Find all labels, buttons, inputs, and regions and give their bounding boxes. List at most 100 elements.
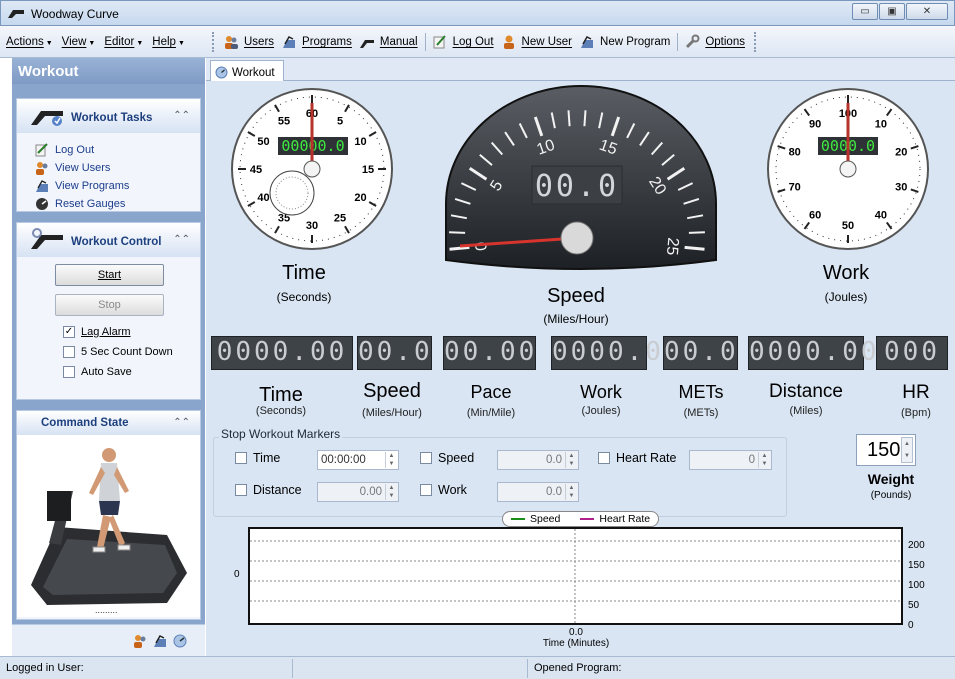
stop-button[interactable]: Stop (55, 294, 164, 316)
menu-dropdown-icon: ▼ (88, 40, 96, 47)
opened-program: Opened Program: (534, 662, 622, 674)
hr-readout-unit: (Bpm) (901, 407, 931, 419)
work-gauge-title: Work (822, 262, 870, 284)
users-icon (36, 162, 48, 175)
right-tick: 200 (908, 540, 925, 551)
heart-rate-marker-checkbox[interactable]: Heart Rate (598, 451, 676, 465)
workout-tasks-header[interactable]: Workout Tasks ⌃⌃ (17, 99, 200, 133)
menu-bar: Actions ▼ View ▼ Editor ▼ Help ▼ Users Progr… (0, 26, 955, 58)
menu-view[interactable]: View ▼ (62, 36, 96, 48)
work-marker-checkbox[interactable]: Work (420, 483, 467, 497)
task-view-users[interactable]: View Users (17, 159, 200, 177)
weight-label: Weight (867, 471, 915, 487)
menu-editor[interactable]: Editor ▼ (104, 36, 143, 48)
splitter-grip[interactable]: ......... (95, 605, 118, 615)
logout-icon (35, 143, 48, 157)
work-marker-input[interactable]: 0.0 ▲ ▼ (497, 482, 579, 502)
new-user-toolbar-button[interactable]: New User (501, 34, 572, 50)
toolbar-separator (424, 33, 426, 51)
manual-toolbar-button[interactable]: Manual (359, 34, 418, 50)
options-toolbar-button[interactable]: Options (684, 34, 745, 50)
workout-control-header[interactable]: Workout Control ⌃⌃ (17, 223, 200, 257)
right-tick: 0 (908, 620, 914, 631)
lag-alarm-checkbox[interactable]: ✓ Lag Alarm (63, 322, 200, 342)
new-program-icon (581, 36, 594, 48)
logged-in-user: Logged in User: (6, 662, 84, 674)
tab-workout[interactable]: Workout (210, 60, 284, 82)
gauge-scale-label: 20 (354, 192, 366, 204)
time-gauge-title: Time (282, 262, 326, 284)
toolbar-separator (677, 33, 679, 51)
logout-toolbar-button[interactable]: Log Out (432, 34, 494, 50)
distance-marker-input[interactable]: 0.00 ▲ ▼ (317, 482, 399, 502)
checkbox-checked: ✓ (63, 326, 75, 338)
status-bar: Logged in User: Opened Program: (0, 656, 955, 679)
auto-save-checkbox[interactable]: Auto Save (63, 362, 200, 382)
workout-icon[interactable] (172, 633, 188, 649)
task-view-programs[interactable]: View Programs (17, 177, 200, 195)
workout-tasks-panel: Workout Tasks ⌃⌃ Log Out View Users View… (16, 98, 201, 212)
speed-readout-unit: (Miles/Hour) (362, 407, 422, 419)
menu-actions[interactable]: Actions ▼ (6, 36, 53, 48)
programs-icon[interactable] (152, 633, 168, 649)
gauge-scale-label: 25 (334, 213, 346, 225)
speed-readout: 00.0 (357, 336, 432, 370)
stop-markers-group (213, 437, 787, 517)
toolbar-grip[interactable] (753, 32, 759, 52)
work-gauge-unit: (Joules) (824, 290, 868, 304)
gauge-scale-label: 80 (789, 147, 801, 159)
gauge-scale-label: 90 (809, 119, 821, 131)
workout-chart (248, 527, 903, 625)
collapse-chevron-icon[interactable]: ⌃⌃ (173, 417, 190, 428)
toolbar-grip[interactable] (212, 32, 217, 52)
programs-toolbar-button[interactable]: Programs (281, 34, 352, 50)
time-marker-checkbox[interactable]: Time (235, 451, 280, 465)
close-button[interactable]: ✕ (906, 3, 948, 20)
logout-icon (433, 35, 446, 49)
command-state-header[interactable]: Command State ⌃⌃ (17, 411, 200, 435)
speed-gauge-tick (684, 245, 705, 251)
speed-gauge-tick (688, 231, 705, 234)
gauge-scale-label: 20 (895, 147, 907, 159)
sidebar-title: Workout (12, 58, 205, 84)
heart-rate-marker-input[interactable]: 0 ▲ ▼ (689, 450, 772, 470)
users-toolbar-button[interactable]: Users (223, 34, 274, 50)
work-gauge: 100102030405060708090 0000.0 (767, 88, 929, 250)
spinner-arrows-icon[interactable]: ▲ ▼ (758, 452, 770, 468)
task-reset-gauges[interactable]: Reset Gauges (17, 195, 200, 213)
count-down-checkbox[interactable]: 5 Sec Count Down (63, 342, 200, 362)
pace-readout: 00.00 (443, 336, 536, 370)
gauge-scale-label: 15 (362, 164, 374, 176)
speed-gauge-tick (567, 110, 571, 127)
workout-tab-icon (215, 66, 228, 79)
window-title: Woodway Curve (31, 7, 119, 21)
start-button[interactable]: Start (55, 264, 164, 286)
speed-gauge-tick (583, 110, 587, 127)
spinner-arrows-icon[interactable]: ▲ ▼ (565, 484, 577, 500)
users-icon (225, 36, 238, 49)
distance-marker-checkbox[interactable]: Distance (235, 483, 302, 497)
mets-readout-title: METs (678, 382, 724, 402)
collapse-chevron-icon[interactable]: ⌃⌃ (173, 234, 190, 245)
heart-rate-legend-swatch (580, 518, 595, 520)
gauge-scale-label: 30 (306, 220, 318, 232)
spinner-arrows-icon[interactable]: ▲ ▼ (385, 484, 397, 500)
spinner-arrows-icon[interactable]: ▲ ▼ (565, 452, 577, 468)
gauge-scale-label: 5 (337, 116, 343, 128)
users-icon[interactable] (132, 633, 148, 649)
spinner-arrows-icon[interactable]: ▲ ▼ (901, 437, 913, 463)
weight-input[interactable]: 150 ▲ ▼ (856, 434, 916, 466)
new-program-toolbar-button[interactable]: New Program (579, 34, 670, 50)
speed-marker-input[interactable]: 0.0 ▲ ▼ (497, 450, 579, 470)
task-log-out[interactable]: Log Out (17, 141, 200, 159)
spinner-arrows-icon[interactable]: ▲ ▼ (385, 452, 397, 468)
work-readout: 0000.0 (551, 336, 661, 370)
menu-help[interactable]: Help ▼ (152, 36, 185, 48)
speed-marker-checkbox[interactable]: Speed (420, 451, 474, 465)
gauge-icon (36, 198, 48, 210)
time-marker-input[interactable]: 00:00:00 ▲ ▼ (317, 450, 399, 470)
maximize-button[interactable]: ▣ (879, 3, 905, 20)
minimize-button[interactable]: ▭ (852, 3, 878, 20)
chart-legend: Speed Heart Rate (502, 511, 660, 527)
collapse-chevron-icon[interactable]: ⌃⌃ (173, 110, 190, 121)
